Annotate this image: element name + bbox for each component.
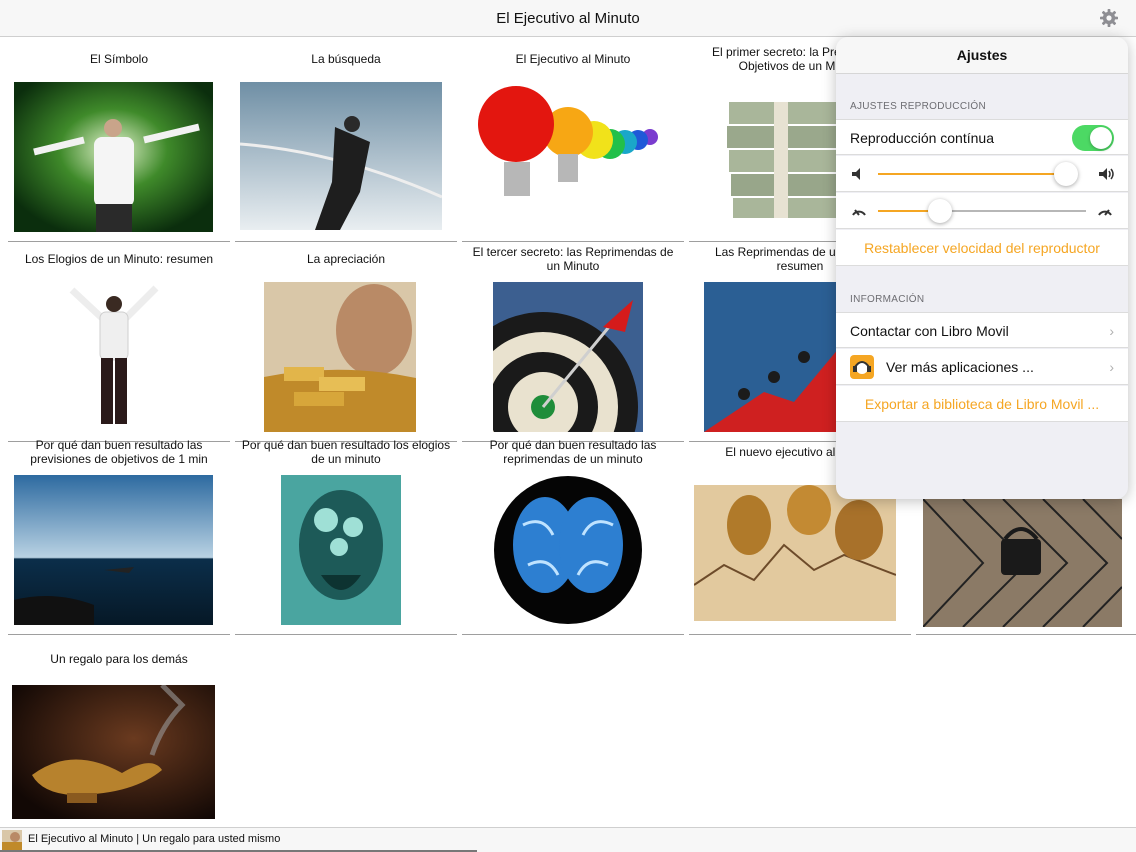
chapter-thumbnail — [240, 82, 442, 230]
continuous-playback-label: Reproducción contínua — [850, 130, 994, 146]
chapter-thumbnail — [468, 82, 668, 230]
volume-row — [836, 156, 1128, 192]
chapter-item[interactable]: La búsqueda — [235, 42, 457, 242]
volume-slider-fill — [878, 173, 1067, 175]
chevron-right-icon: › — [1109, 359, 1114, 375]
navigation-bar: El Ejecutivo al Minuto — [0, 0, 1136, 37]
separator — [916, 634, 1136, 635]
now-playing-title: El Ejecutivo al Minuto | Un regalo para … — [28, 833, 281, 845]
chapter-thumbnail — [281, 475, 401, 625]
chevron-right-icon: › — [1109, 323, 1114, 339]
chapter-item[interactable]: Los Elogios de un Minuto: resumen — [8, 242, 230, 442]
chapter-thumbnail — [14, 475, 213, 625]
popover-title: Ajustes — [956, 47, 1008, 63]
chapter-title: Los Elogios de un Minuto: resumen — [24, 252, 214, 266]
continuous-playback-row: Reproducción contínua — [836, 119, 1128, 155]
more-apps-row[interactable]: Ver más aplicaciones ... › — [836, 349, 1128, 385]
speed-slow-icon — [852, 209, 866, 216]
settings-popover: Ajustes AJUSTES REPRODUCCIÓN Reproducció… — [836, 37, 1128, 499]
export-library-button[interactable]: Exportar a biblioteca de Libro Movil ... — [836, 396, 1128, 412]
chapter-thumbnail — [64, 282, 164, 432]
chapter-title: Por qué dan buen resultado las prevision… — [30, 438, 208, 466]
chapter-thumbnail — [14, 82, 213, 232]
chapter-item[interactable]: Por qué dan buen resultado los elogios d… — [235, 435, 457, 635]
chapter-item[interactable]: El tercer secreto: las Reprimendas de un… — [462, 242, 684, 442]
chapter-item[interactable]: El Símbolo — [8, 42, 230, 242]
chapter-item[interactable]: La apreciación — [235, 242, 457, 442]
chapter-item[interactable]: Por qué dan buen resultado las reprimend… — [462, 435, 684, 635]
reset-speed-row[interactable]: Restablecer velocidad del reproductor — [836, 230, 1128, 266]
chapter-title: El Símbolo — [89, 52, 149, 66]
separator — [8, 634, 230, 635]
volume-slider[interactable] — [878, 162, 1079, 186]
chapter-title: Un regalo para los demás — [50, 652, 188, 666]
chapter-thumbnail — [923, 499, 1122, 627]
contact-label: Contactar con Libro Movil — [850, 323, 1009, 339]
more-apps-label: Ver más aplicaciones ... — [886, 359, 1034, 375]
chapter-thumbnail — [493, 475, 643, 625]
chapter-title: La apreciación — [306, 252, 386, 266]
info-section-header: INFORMACIÓN — [850, 294, 925, 305]
playback-section-header: AJUSTES REPRODUCCIÓN — [850, 101, 987, 112]
chapter-title: El tercer secreto: las Reprimendas de un… — [472, 245, 674, 273]
page-title: El Ejecutivo al Minuto — [496, 10, 640, 27]
chapter-item[interactable]: Por qué dan buen resultado las prevision… — [8, 435, 230, 635]
chapter-thumbnail — [704, 282, 844, 432]
toggle-knob — [1090, 127, 1112, 149]
separator — [689, 634, 911, 635]
chapter-title: Por qué dan buen resultado los elogios d… — [241, 438, 451, 466]
chapter-thumbnail — [493, 282, 643, 432]
volume-high-icon — [1099, 168, 1114, 180]
chapter-title: Por qué dan buen resultado las reprimend… — [489, 438, 657, 466]
popover-header: Ajustes — [836, 37, 1128, 74]
speed-fast-icon — [1098, 209, 1112, 216]
contact-row[interactable]: Contactar con Libro Movil › — [836, 312, 1128, 348]
separator — [462, 634, 684, 635]
speed-row — [836, 193, 1128, 229]
export-row[interactable]: Exportar a biblioteca de Libro Movil ... — [836, 386, 1128, 422]
volume-low-icon — [852, 168, 860, 180]
chapter-title: El Ejecutivo al Minuto — [515, 52, 631, 66]
chapter-thumbnail — [264, 282, 416, 432]
speed-slider[interactable] — [878, 199, 1086, 223]
speed-slider-thumb[interactable] — [928, 199, 953, 223]
chapter-item[interactable]: Un regalo para los demás — [8, 642, 230, 827]
chapter-item[interactable]: El Ejecutivo al Minuto — [462, 42, 684, 242]
chapter-thumbnail — [12, 685, 215, 819]
volume-slider-thumb[interactable] — [1054, 162, 1079, 186]
now-playing-bar[interactable]: El Ejecutivo al Minuto | Un regalo para … — [0, 827, 1136, 852]
reset-speed-button[interactable]: Restablecer velocidad del reproductor — [836, 240, 1128, 256]
gear-icon[interactable] — [1099, 8, 1119, 28]
continuous-playback-toggle[interactable] — [1072, 125, 1114, 151]
separator — [235, 634, 457, 635]
chapter-thumbnail — [694, 485, 896, 621]
chapter-title: La búsqueda — [311, 52, 381, 66]
now-playing-thumbnail — [2, 830, 22, 850]
libro-movil-app-icon — [850, 355, 874, 379]
